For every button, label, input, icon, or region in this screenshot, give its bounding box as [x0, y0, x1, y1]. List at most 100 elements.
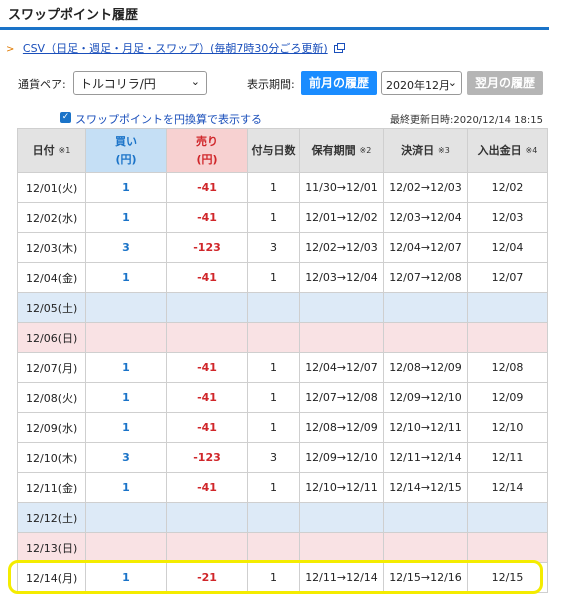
chevron-down-icon: ⌄ — [190, 75, 200, 88]
cell-date: 12/07(月) — [17, 352, 86, 383]
yen-conversion-checkbox[interactable]: ✓ — [60, 112, 71, 123]
yen-conversion-label[interactable]: スワップポイントを円換算で表示する — [75, 111, 262, 127]
cell-hold-period: 12/04→12/07 — [299, 352, 384, 383]
header-settlement-date: 決済日 ※3 — [383, 128, 468, 173]
page-title: スワップポイント履歴 — [8, 8, 139, 23]
table-header-row: 日付 ※1 買い (円) 売り (円) 付与日数 保有期間 ※2 決済日 ※3 入出… — [17, 128, 548, 173]
cell-buy: 1 — [85, 352, 167, 383]
cell-date: 12/12(土) — [17, 502, 86, 533]
cell-deposit-date: 12/10 — [467, 412, 548, 443]
external-link-icon[interactable] — [334, 43, 346, 53]
chevron-down-icon: ⌄ — [447, 76, 457, 89]
next-month-button[interactable]: 翌月の履歴 — [467, 71, 543, 95]
cell-deposit-date: 12/14 — [467, 472, 548, 503]
cell-sell: -41 — [166, 382, 248, 413]
display-period-label: 表示期間: — [247, 78, 295, 91]
cell-date: 12/06(日) — [17, 322, 86, 353]
header-sell: 売り (円) — [166, 128, 248, 173]
cell-date: 12/05(土) — [17, 292, 86, 323]
cell-settlement-date: 12/04→12/07 — [383, 232, 468, 263]
month-select[interactable]: 2020年12月 ⌄ — [381, 71, 462, 95]
table-row: 12/07(月) 1 -41 1 12/04→12/07 12/08→12/09 12/08 — [17, 352, 548, 383]
filter-controls: 通貨ペア: トルコリラ/円 ⌄ 表示期間: 前月の履歴 2020年12月 ⌄ 翌… — [0, 68, 549, 98]
cell-sell: -123 — [166, 442, 248, 473]
cell-settlement-date — [383, 292, 468, 323]
cell-buy — [85, 292, 167, 323]
chevron-right-icon: > — [6, 44, 15, 55]
cell-date: 12/01(火) — [17, 172, 86, 203]
header-deposit-date: 入出金日 ※4 — [467, 128, 548, 173]
csv-download-row: > CSV（日足・週足・月足・スワップ）(毎朝7時30分ごろ更新) — [6, 40, 346, 56]
cell-date: 12/11(金) — [17, 472, 86, 503]
cell-days: 1 — [247, 382, 300, 413]
cell-buy: 1 — [85, 412, 167, 443]
table-row: 12/06(日) — [17, 322, 548, 353]
csv-download-link[interactable]: CSV（日足・週足・月足・スワップ）(毎朝7時30分ごろ更新) — [23, 42, 328, 55]
cell-deposit-date: 12/04 — [467, 232, 548, 263]
cell-hold-period: 12/01→12/02 — [299, 202, 384, 233]
table-row: 12/10(木) 3 -123 3 12/09→12/10 12/11→12/14 12/1… — [17, 442, 548, 473]
cell-buy — [85, 322, 167, 353]
options-row: ✓ スワップポイントを円換算で表示する 最終更新日時:2020/12/14 18… — [0, 110, 549, 126]
cell-settlement-date — [383, 322, 468, 353]
cell-deposit-date: 12/11 — [467, 442, 548, 473]
cell-buy: 3 — [85, 442, 167, 473]
cell-sell: -41 — [166, 262, 248, 293]
cell-buy: 1 — [85, 472, 167, 503]
cell-date: 12/13(日) — [17, 532, 86, 563]
cell-hold-period: 11/30→12/01 — [299, 172, 384, 203]
cell-days: 1 — [247, 172, 300, 203]
cell-buy: 1 — [85, 262, 167, 293]
cell-buy: 1 — [85, 202, 167, 233]
cell-settlement-date: 12/08→12/09 — [383, 352, 468, 383]
table-row: 12/01(火) 1 -41 1 11/30→12/01 12/02→12/03 12/02 — [17, 172, 548, 203]
cell-days: 1 — [247, 472, 300, 503]
cell-date: 12/09(水) — [17, 412, 86, 443]
cell-hold-period: 12/08→12/09 — [299, 412, 384, 443]
cell-buy: 1 — [85, 382, 167, 413]
cell-hold-period: 12/10→12/11 — [299, 472, 384, 503]
cell-settlement-date: 12/10→12/11 — [383, 412, 468, 443]
table-row: 12/08(火) 1 -41 1 12/07→12/08 12/09→12/10 12/09 — [17, 382, 548, 413]
cell-settlement-date: 12/15→12/16 — [383, 562, 468, 593]
table-row: 12/13(日) — [17, 532, 548, 563]
cell-deposit-date: 12/09 — [467, 382, 548, 413]
swap-history-table: 日付 ※1 買い (円) 売り (円) 付与日数 保有期間 ※2 決済日 ※3 入出… — [17, 128, 548, 593]
cell-date: 12/14(月) — [17, 562, 86, 593]
cell-settlement-date — [383, 502, 468, 533]
cell-sell — [166, 322, 248, 353]
cell-deposit-date: 12/03 — [467, 202, 548, 233]
cell-buy — [85, 532, 167, 563]
cell-settlement-date: 12/07→12/08 — [383, 262, 468, 293]
cell-days: 3 — [247, 442, 300, 473]
cell-days — [247, 532, 300, 563]
cell-deposit-date: 12/15 — [467, 562, 548, 593]
cell-hold-period: 12/11→12/14 — [299, 562, 384, 593]
cell-hold-period: 12/03→12/04 — [299, 262, 384, 293]
currency-pair-select[interactable]: トルコリラ/円 ⌄ — [73, 71, 207, 95]
cell-sell: -41 — [166, 172, 248, 203]
cell-sell: -41 — [166, 352, 248, 383]
cell-sell — [166, 292, 248, 323]
header-days: 付与日数 — [247, 128, 300, 173]
cell-days: 1 — [247, 352, 300, 383]
table-row: 12/14(月) 1 -21 1 12/11→12/14 12/15→12/16 12/15 — [17, 562, 548, 593]
table-row: 12/02(水) 1 -41 1 12/01→12/02 12/03→12/04 12/03 — [17, 202, 548, 233]
header-hold-period: 保有期間 ※2 — [299, 128, 384, 173]
cell-date: 12/03(木) — [17, 232, 86, 263]
previous-month-button[interactable]: 前月の履歴 — [301, 71, 377, 95]
cell-deposit-date — [467, 322, 548, 353]
cell-date: 12/08(火) — [17, 382, 86, 413]
cell-sell: -41 — [166, 472, 248, 503]
last-updated-text: 最終更新日時:2020/12/14 18:15 — [389, 115, 543, 126]
cell-sell: -123 — [166, 232, 248, 263]
cell-deposit-date — [467, 292, 548, 323]
cell-sell: -21 — [166, 562, 248, 593]
month-value: 2020年12月 — [386, 79, 450, 92]
cell-deposit-date — [467, 532, 548, 563]
cell-sell: -41 — [166, 202, 248, 233]
cell-days: 1 — [247, 562, 300, 593]
cell-date: 12/02(水) — [17, 202, 86, 233]
table-row: 12/09(水) 1 -41 1 12/08→12/09 12/10→12/11 12/10 — [17, 412, 548, 443]
cell-buy: 3 — [85, 232, 167, 263]
